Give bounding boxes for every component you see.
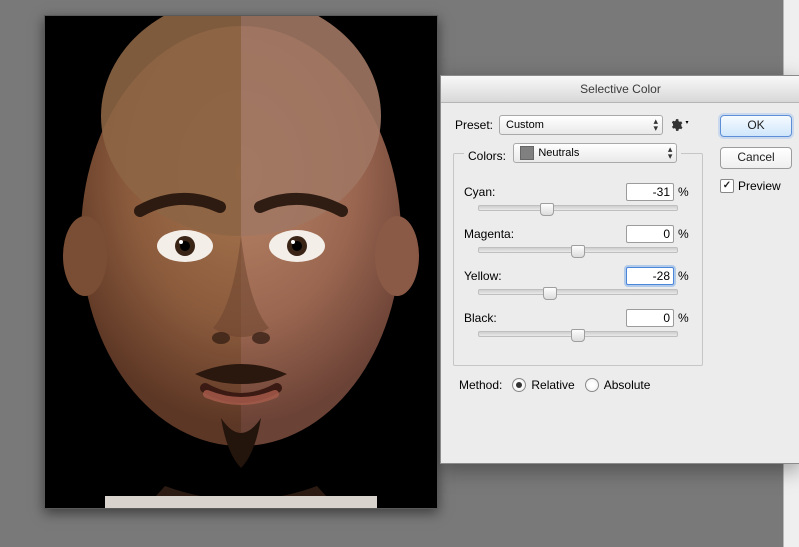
document-canvas[interactable] [44, 15, 438, 509]
colors-fieldset: Colors: Neutrals ▴▾ Cyan: % [453, 143, 703, 366]
slider-thumb[interactable] [543, 287, 557, 300]
yellow-slider[interactable] [478, 289, 678, 295]
slider-thumb[interactable] [540, 203, 554, 216]
preview-checkbox[interactable]: ✓ Preview [720, 179, 790, 193]
percent-label: % [678, 311, 692, 325]
radio-icon [512, 378, 526, 392]
updown-caret-icon: ▴▾ [668, 146, 673, 160]
cyan-input[interactable] [626, 183, 674, 201]
magenta-slider[interactable] [478, 247, 678, 253]
preset-label: Preset: [449, 118, 493, 132]
neutral-swatch-icon [520, 146, 534, 160]
magenta-input[interactable] [626, 225, 674, 243]
black-input[interactable] [626, 309, 674, 327]
cyan-label: Cyan: [464, 185, 524, 199]
yellow-row: Yellow: % [464, 267, 692, 285]
cyan-slider[interactable] [478, 205, 678, 211]
slider-thumb[interactable] [571, 245, 585, 258]
gear-icon [669, 118, 683, 132]
yellow-label: Yellow: [464, 269, 524, 283]
updown-caret-icon: ▴▾ [653, 118, 658, 132]
method-label: Method: [459, 378, 502, 392]
yellow-input[interactable] [626, 267, 674, 285]
method-relative-radio[interactable]: Relative [512, 378, 574, 392]
radio-icon [585, 378, 599, 392]
ok-button[interactable]: OK [720, 115, 792, 137]
colors-label: Colors: [468, 149, 506, 163]
method-relative-label: Relative [531, 378, 574, 392]
preset-select[interactable]: Custom ▴▾ [499, 115, 663, 135]
cancel-button[interactable]: Cancel [720, 147, 792, 169]
colors-value: Neutrals [538, 147, 579, 159]
preset-value: Custom [506, 119, 544, 131]
preview-label: Preview [738, 179, 781, 193]
colors-select[interactable]: Neutrals ▴▾ [513, 143, 677, 163]
check-icon: ✓ [720, 179, 734, 193]
black-slider[interactable] [478, 331, 678, 337]
app-window: Selective Color OK Cancel ✓ Preview Pres… [0, 0, 799, 547]
preset-menu-button[interactable]: ▾ [669, 116, 689, 134]
percent-label: % [678, 185, 692, 199]
black-row: Black: % [464, 309, 692, 327]
cyan-row: Cyan: % [464, 183, 692, 201]
percent-label: % [678, 269, 692, 283]
percent-label: % [678, 227, 692, 241]
selective-color-dialog: Selective Color OK Cancel ✓ Preview Pres… [440, 75, 799, 464]
magenta-row: Magenta: % [464, 225, 692, 243]
magenta-label: Magenta: [464, 227, 524, 241]
method-absolute-radio[interactable]: Absolute [585, 378, 651, 392]
slider-thumb[interactable] [571, 329, 585, 342]
image-preview [45, 16, 437, 508]
dialog-title: Selective Color [441, 76, 799, 103]
black-label: Black: [464, 311, 524, 325]
method-absolute-label: Absolute [604, 378, 651, 392]
